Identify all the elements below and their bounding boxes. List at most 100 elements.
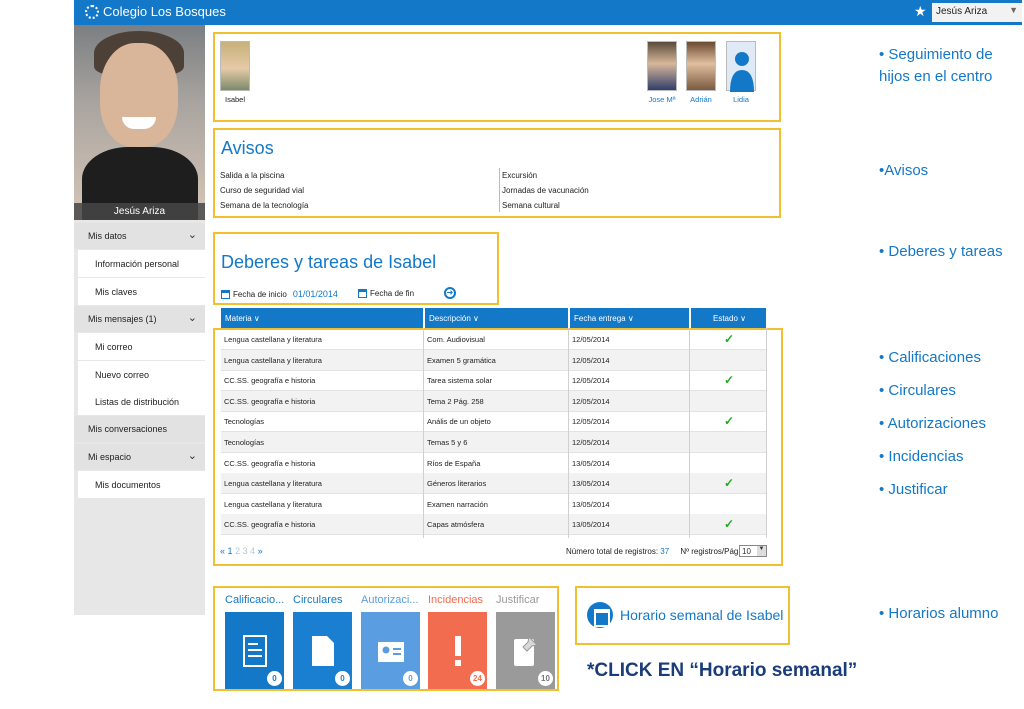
per-page-label: Nº registros/Pág. — [680, 547, 741, 556]
user-menu[interactable]: Jesús Ariza ▼ — [932, 3, 1022, 22]
click-annotation: *CLICK EN “Horario semanal” — [587, 660, 858, 681]
record-totals: Número total de registros: 37 Nº registr… — [566, 547, 741, 556]
col-materia[interactable]: Materia ∨ — [221, 308, 423, 328]
menu-mis-documentos[interactable]: Mis documentos — [78, 471, 205, 498]
col-estado[interactable]: Estado ∨ — [691, 308, 766, 328]
menu-mis-datos[interactable]: Mis datos ⌄ — [74, 223, 205, 249]
calendar-icon — [587, 602, 613, 628]
tile-calificaciones[interactable]: 0 — [225, 612, 284, 689]
total-value: 37 — [660, 547, 670, 556]
tile-label-calificaciones: Calificacio... — [225, 594, 285, 606]
tile-incidencias[interactable]: 24 — [428, 612, 487, 689]
check-icon: ✓ — [724, 476, 735, 491]
fecha-fin[interactable]: Fecha de fin — [358, 289, 414, 298]
tile-justificar[interactable]: 10 — [496, 612, 555, 689]
menu-mi-espacio[interactable]: Mi espacio ⌄ — [74, 444, 205, 470]
cell-materia: Tecnologías — [224, 438, 265, 447]
aviso-item[interactable]: Excursión — [502, 171, 537, 180]
pager-next[interactable]: » — [258, 546, 263, 556]
pager-page-4[interactable]: 4 — [250, 546, 255, 556]
menu-mis-claves[interactable]: Mis claves — [78, 278, 205, 305]
menu-nuevo-correo[interactable]: Nuevo correo — [78, 361, 205, 388]
note-calificaciones: • Calificaciones — [879, 349, 981, 366]
child-photo — [220, 41, 250, 91]
menu-listas-distribucion[interactable]: Listas de distribución — [78, 388, 205, 415]
cell-fecha: 12/05/2014 — [572, 438, 610, 447]
pager-page-1[interactable]: 1 — [228, 546, 233, 556]
menu-label: Mis datos — [88, 231, 127, 241]
table-row[interactable]: Tecnologías Temas 5 y 6 12/05/2014 — [221, 432, 766, 453]
child-adrian[interactable]: Adrián — [686, 41, 716, 104]
star-icon[interactable]: ★ — [914, 3, 927, 20]
tile-count: 10 — [538, 671, 553, 686]
tile-circulares[interactable]: 0 — [293, 612, 352, 689]
menu-mis-mensajes[interactable]: Mis mensajes (1) ⌄ — [74, 306, 205, 332]
note-justificar: • Justificar — [879, 481, 948, 498]
aviso-item[interactable]: Curso de seguridad vial — [220, 186, 304, 195]
table-row[interactable]: CC.SS. geografía e historia Capas atmósfe… — [221, 514, 766, 536]
table-row[interactable]: CC.SS. geografía e historia Tarea sistema… — [221, 370, 766, 392]
fecha-inicio[interactable]: Fecha de inicio 01/01/2014 — [221, 289, 338, 299]
table-row[interactable]: Lengua castellana y literatura Examen 5 g… — [221, 349, 766, 371]
table-row[interactable]: CC.SS. geografía e historia Tema 2 Pág. 2… — [221, 390, 766, 412]
fecha-fin-label: Fecha de fin — [370, 289, 415, 298]
child-lidia[interactable]: Lidia — [726, 41, 756, 104]
menu-mis-conversaciones[interactable]: Mis conversaciones — [74, 416, 205, 442]
col-fecha-entrega[interactable]: Fecha entrega ∨ — [570, 308, 689, 328]
table-row[interactable]: Lengua castellana y literatura Géneros li… — [221, 473, 766, 495]
pin-note-icon — [513, 635, 538, 666]
aviso-item[interactable]: Semana cultural — [502, 201, 560, 210]
fecha-inicio-label: Fecha de inicio — [233, 289, 287, 299]
table-row[interactable]: Tecnologías Anális de un objeto 12/05/2014… — [221, 411, 766, 433]
pager-page-3[interactable]: 3 — [243, 546, 248, 556]
document-icon — [242, 634, 267, 667]
menu-mi-correo[interactable]: Mi correo — [78, 333, 205, 360]
aviso-item[interactable]: Semana de la tecnología — [220, 201, 309, 210]
column-divider — [568, 328, 569, 538]
note-circulares: • Circulares — [879, 382, 956, 399]
cell-descripcion: Com. Audiovisual — [427, 335, 485, 344]
tile-autorizaciones[interactable]: 0 — [361, 612, 420, 689]
tile-label-incidencias: Incidencias — [428, 594, 484, 606]
child-jose[interactable]: Jose Mª — [647, 41, 677, 104]
pagination: « 1 2 3 4 » — [220, 546, 263, 556]
table-row[interactable]: Lengua castellana y literatura Examen nar… — [221, 494, 766, 515]
brand-name: Colegio Los Bosques — [103, 4, 226, 19]
pager-prev[interactable]: « — [220, 546, 225, 556]
cell-materia: CC.SS. geografía e historia — [224, 458, 316, 468]
cell-materia: Lengua castellana y literatura — [224, 355, 322, 365]
menu-label: Mis mensajes (1) — [88, 314, 157, 324]
arrow-right-icon[interactable]: ➜ — [444, 287, 456, 299]
col-descripcion[interactable]: Descripción ∨ — [425, 308, 568, 328]
child-name: Jose Mª — [648, 95, 676, 104]
divider — [499, 168, 500, 212]
aviso-item[interactable]: Salida a la piscina — [220, 171, 284, 180]
table-row[interactable]: CC.SS. geografía e historia Ríos de Españ… — [221, 453, 766, 474]
cell-materia: Lengua castellana y literatura — [224, 335, 322, 344]
note-seguimiento: • Seguimiento de hijos en el centro — [879, 46, 993, 85]
calendar-icon — [358, 289, 367, 298]
tile-count: 0 — [335, 671, 350, 686]
cell-descripcion: Tema 2 Pág. 258 — [427, 396, 484, 406]
chevron-down-icon: ⌄ — [187, 450, 197, 462]
child-isabel[interactable]: Isabel — [220, 41, 250, 104]
aviso-item[interactable]: Jornadas de vacunación — [502, 186, 589, 195]
avisos-title: Avisos — [221, 138, 274, 158]
note-deberes: • Deberes y tareas — [879, 243, 1003, 260]
brand[interactable]: Colegio Los Bosques — [85, 4, 226, 19]
table-row[interactable]: Lengua castellana y literatura Com. Audio… — [221, 329, 766, 350]
menu-informacion-personal[interactable]: Información personal — [78, 250, 205, 277]
check-icon: ✓ — [724, 373, 735, 388]
menu-label: Mis conversaciones — [88, 424, 168, 434]
per-page-select[interactable]: 10 ▼ — [739, 545, 767, 557]
user-name: Jesús Ariza — [936, 6, 988, 17]
horario-semanal-button[interactable]: Horario semanal de Isabel — [575, 586, 790, 645]
per-page-value: 10 — [742, 547, 751, 556]
cell-fecha: 13/05/2014 — [572, 458, 610, 468]
note-autorizaciones: • Autorizaciones — [879, 415, 986, 432]
pager-page-2[interactable]: 2 — [235, 546, 240, 556]
cell-descripcion: Géneros literarios — [427, 479, 487, 489]
check-icon: ✓ — [724, 517, 735, 532]
cell-fecha: 12/05/2014 — [572, 335, 610, 344]
avisos-panel: Avisos Salida a la piscina Curso de segu… — [213, 128, 781, 218]
